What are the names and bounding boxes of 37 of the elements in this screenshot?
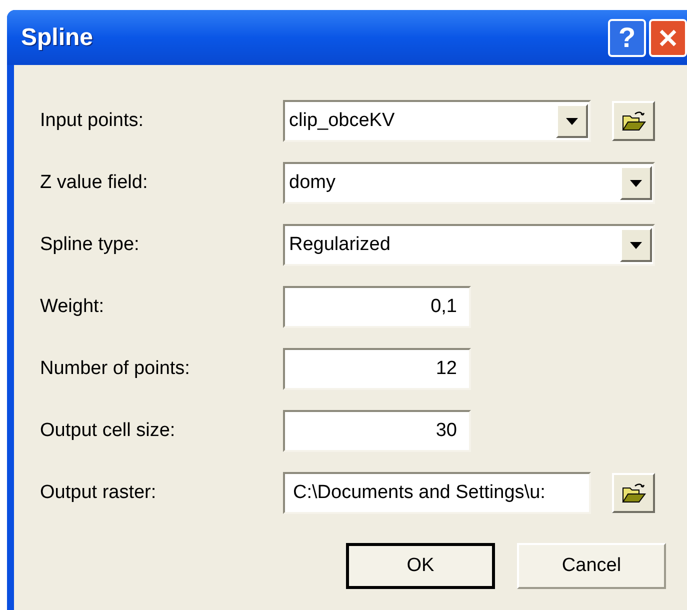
dropdown-value: clip_obceKV [289, 108, 395, 133]
field-label: Output cell size: [40, 418, 176, 443]
caret-icon [630, 242, 642, 248]
close-icon [658, 28, 678, 48]
number-field[interactable]: 30 [283, 410, 471, 452]
number-field[interactable]: 0,1 [283, 286, 471, 328]
field-value: 0,1 [430, 294, 457, 319]
caret-icon [630, 180, 642, 186]
window-title: Spline [21, 22, 94, 52]
dropdown-value: domy [289, 170, 336, 195]
dropdown[interactable]: clip_obceKV [283, 100, 591, 142]
field-label: Output raster: [40, 480, 158, 505]
dialog-button[interactable]: Cancel [517, 543, 666, 589]
field-label: Z value field: [40, 170, 149, 195]
close-button[interactable] [649, 18, 687, 56]
field-value: 12 [436, 356, 457, 381]
dropdown[interactable]: Regularized [283, 224, 655, 266]
default-button[interactable]: OK [346, 543, 495, 589]
folder-icon [620, 482, 646, 504]
dropdown[interactable]: domy [283, 162, 655, 204]
number-field[interactable]: 12 [283, 348, 471, 390]
dropdown-arrow-button[interactable] [620, 166, 652, 200]
folder-icon [620, 110, 646, 132]
field-value: 30 [436, 418, 457, 443]
browse-button[interactable] [612, 101, 655, 141]
browse-button[interactable] [612, 473, 655, 513]
field-label: Weight: [40, 294, 106, 319]
caret-icon [566, 118, 578, 124]
field-label: Spline type: [40, 232, 140, 257]
dropdown-arrow-button[interactable] [620, 228, 652, 262]
field-label: Input points: [40, 108, 145, 133]
help-button[interactable]: ? [608, 18, 646, 56]
dropdown-arrow-button[interactable] [556, 104, 588, 138]
path-field[interactable]: C:\Documents and Settings\u: [283, 472, 591, 514]
field-value: C:\Documents and Settings\u: [293, 480, 546, 505]
field-label: Number of points: [40, 356, 191, 381]
dropdown-value: Regularized [289, 232, 390, 257]
